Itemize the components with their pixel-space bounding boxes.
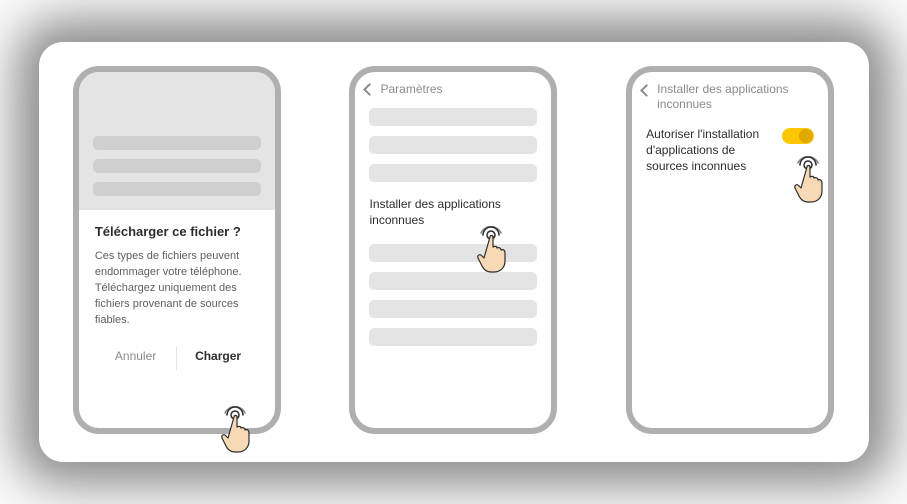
placeholder-item	[369, 136, 537, 154]
back-label: Installer des applications inconnues	[657, 82, 818, 112]
toggle-label: Autoriser l'installation d'applications …	[646, 126, 774, 175]
unknown-apps-header[interactable]: Installer des applications inconnues	[632, 72, 828, 122]
placeholder-item	[369, 328, 537, 346]
install-unknown-apps-item[interactable]: Installer des applications inconnues	[369, 192, 537, 234]
chevron-left-icon	[640, 84, 653, 97]
allow-unknown-sources-row: Autoriser l'installation d'applications …	[632, 122, 828, 175]
placeholder-item	[369, 300, 537, 318]
confirm-button[interactable]: Charger	[177, 343, 259, 373]
placeholder-line	[93, 159, 261, 173]
chevron-left-icon	[364, 83, 377, 96]
background-content	[79, 72, 275, 210]
placeholder-item	[369, 244, 537, 262]
settings-list: Installer des applications inconnues	[355, 100, 551, 346]
dialog-actions: Annuler Charger	[95, 343, 259, 373]
settings-header[interactable]: Paramètres	[355, 72, 551, 100]
phone-step-3: Installer des applications inconnues Aut…	[626, 66, 834, 434]
placeholder-line	[93, 136, 261, 150]
placeholder-item	[369, 272, 537, 290]
placeholder-item	[369, 108, 537, 126]
cancel-button[interactable]: Annuler	[95, 343, 177, 373]
instruction-diagram: Télécharger ce fichier ? Ces types de fi…	[39, 42, 869, 462]
dialog-body: Ces types de fichiers peuvent endommager…	[95, 249, 259, 329]
phone-step-1: Télécharger ce fichier ? Ces types de fi…	[73, 66, 281, 434]
placeholder-item	[369, 164, 537, 182]
back-label: Paramètres	[380, 82, 442, 96]
dialog-title: Télécharger ce fichier ?	[95, 224, 259, 239]
allow-unknown-toggle[interactable]	[782, 128, 814, 144]
download-dialog: Télécharger ce fichier ? Ces types de fi…	[79, 210, 275, 373]
placeholder-line	[93, 182, 261, 196]
phone-step-2: Paramètres Installer des applications in…	[349, 66, 557, 434]
